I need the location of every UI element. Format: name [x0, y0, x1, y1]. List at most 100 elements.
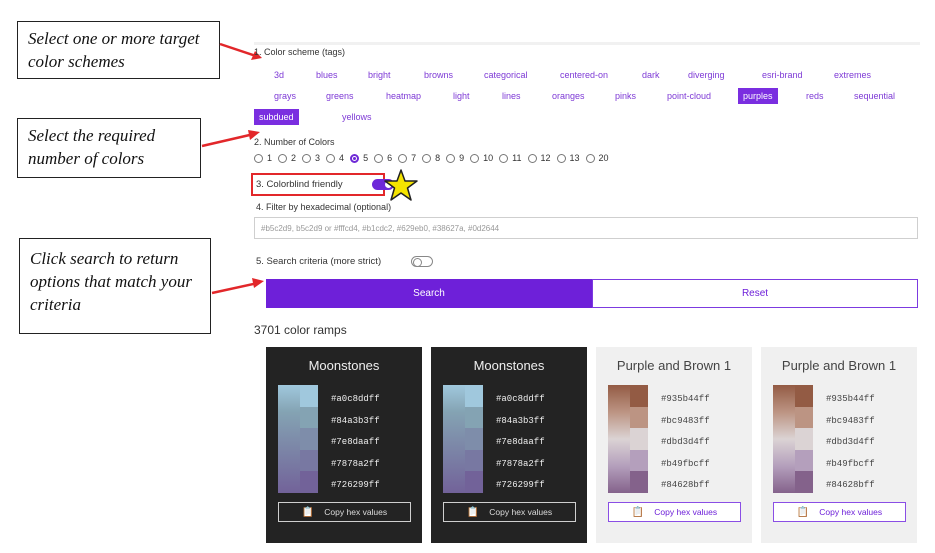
tag-greens[interactable]: greens: [326, 91, 354, 101]
hex-list: #935b44ff #bc9483ff #dbd3d4ff #b49fbcff …: [661, 389, 710, 497]
tag-esri-brand[interactable]: esri-brand: [762, 70, 803, 80]
callout-select-colors: Select the required number of colors: [17, 118, 201, 178]
tag-heatmap[interactable]: heatmap: [386, 91, 421, 101]
hex-value: #7878a2ff: [496, 458, 545, 469]
radio-5[interactable]: 5: [350, 153, 368, 163]
tag-reds[interactable]: reds: [806, 91, 824, 101]
radio-circle-icon: [398, 153, 408, 163]
radio-label: 5: [363, 153, 369, 163]
ramp-card[interactable]: Purple and Brown 1 #935b44ff #bc9483ff #…: [596, 347, 752, 543]
ramp-card[interactable]: Moonstones #a0c8ddff #84a3b3ff #7e8daaff…: [266, 347, 422, 543]
radio-circle-icon: [556, 153, 566, 163]
tag-centered-on[interactable]: centered-on: [560, 70, 608, 80]
tag-categorical[interactable]: categorical: [484, 70, 528, 80]
tag-pinks[interactable]: pinks: [615, 91, 636, 101]
hex-list: #a0c8ddff #84a3b3ff #7e8daaff #7878a2ff …: [496, 389, 545, 497]
tag-grays[interactable]: grays: [274, 91, 296, 101]
radio-label: 2: [291, 153, 297, 163]
color-ramp-swatch: [443, 385, 483, 493]
radio-4[interactable]: 4: [326, 153, 344, 163]
tag-extremes[interactable]: extremes: [834, 70, 871, 80]
hex-value: #84628bff: [826, 480, 875, 491]
ramp-card[interactable]: Purple and Brown 1 #935b44ff #bc9483ff #…: [761, 347, 917, 543]
radio-1[interactable]: 1: [254, 153, 272, 163]
ramp-card[interactable]: Moonstones #a0c8ddff #84a3b3ff #7e8daaff…: [431, 347, 587, 543]
radio-circle-icon: [302, 153, 312, 163]
radio-9[interactable]: 9: [446, 153, 464, 163]
radio-3[interactable]: 3: [302, 153, 320, 163]
color-ramp-swatch: [278, 385, 318, 493]
card-title: Moonstones: [308, 358, 380, 373]
radio-circle-icon: [446, 153, 456, 163]
hex-value: #935b44ff: [661, 394, 710, 404]
hex-filter-label: 4. Filter by hexadecimal (optional): [256, 202, 392, 212]
radio-13[interactable]: 13: [556, 153, 580, 163]
hex-value: #bc9483ff: [826, 415, 875, 426]
radio-label: 9: [459, 153, 465, 163]
radio-20[interactable]: 20: [585, 153, 609, 163]
radio-label: 8: [435, 153, 441, 163]
arrow-icon: [201, 130, 260, 148]
radio-label: 7: [411, 153, 417, 163]
card-title: Purple and Brown 1: [616, 358, 732, 373]
section-color-scheme-label: 1. Color scheme (tags): [254, 47, 346, 57]
hex-value: #b49fbcff: [661, 458, 710, 469]
radio-12[interactable]: 12: [527, 153, 551, 163]
result-count: 3701 color ramps: [254, 323, 347, 337]
search-criteria-label: 5. Search criteria (more strict): [256, 256, 382, 267]
callout-click-search: Click search to return options that matc…: [19, 238, 211, 334]
tag-bright[interactable]: bright: [368, 70, 391, 80]
hex-value: #bc9483ff: [661, 415, 710, 426]
tag-subdued[interactable]: subdued: [254, 109, 299, 125]
hex-value: #7878a2ff: [331, 458, 380, 469]
tag-point-cloud[interactable]: point-cloud: [667, 91, 711, 101]
radio-7[interactable]: 7: [398, 153, 416, 163]
tag-browns[interactable]: browns: [424, 70, 453, 80]
clipboard-icon: 📋: [631, 506, 645, 518]
card-title: Moonstones: [473, 358, 545, 373]
tag-yellows[interactable]: yellows: [342, 112, 372, 122]
tag-dark[interactable]: dark: [642, 70, 660, 80]
radio-label: 12: [540, 153, 551, 163]
hex-value: #84a3b3ff: [331, 415, 380, 426]
tag-3d[interactable]: 3d: [274, 70, 284, 80]
radio-2[interactable]: 2: [278, 153, 296, 163]
tag-blues[interactable]: blues: [316, 70, 338, 80]
hex-value: #7e8daaff: [331, 437, 380, 448]
search-criteria-toggle[interactable]: [411, 256, 433, 267]
radio-circle-icon: [527, 153, 537, 163]
hex-value: #b49fbcff: [826, 458, 875, 469]
number-of-colors-radio-group: 1 2 3 4 5 6 7 8 9 10 11 12 13 20: [254, 153, 615, 163]
hex-value: #726299ff: [331, 480, 380, 491]
copy-hex-button[interactable]: 📋 Copy hex values: [773, 502, 906, 522]
hex-value: #a0c8ddff: [496, 394, 545, 404]
tag-sequential[interactable]: sequential: [854, 91, 895, 101]
tag-oranges[interactable]: oranges: [552, 91, 585, 101]
copy-hex-button[interactable]: 📋 Copy hex values: [443, 502, 576, 522]
hex-value: #dbd3d4ff: [661, 437, 710, 448]
clipboard-icon: 📋: [301, 506, 315, 518]
radio-label: 4: [339, 153, 345, 163]
radio-checked-icon: [350, 153, 360, 163]
radio-circle-icon: [499, 153, 509, 163]
tag-diverging[interactable]: diverging: [688, 70, 725, 80]
copy-hex-button[interactable]: 📋 Copy hex values: [608, 502, 741, 522]
card-title: Purple and Brown 1: [781, 358, 897, 373]
tag-light[interactable]: light: [453, 91, 470, 101]
radio-6[interactable]: 6: [374, 153, 392, 163]
tag-purples[interactable]: purples: [738, 88, 778, 104]
radio-label: 11: [512, 153, 522, 163]
radio-11[interactable]: 11: [499, 153, 522, 163]
radio-circle-icon: [374, 153, 384, 163]
clipboard-icon: 📋: [796, 506, 810, 518]
copy-hex-label: Copy hex values: [654, 507, 718, 517]
copy-hex-button[interactable]: 📋 Copy hex values: [278, 502, 411, 522]
color-ramp-swatch: [608, 385, 648, 493]
search-button[interactable]: Search: [266, 279, 592, 308]
radio-10[interactable]: 10: [470, 153, 493, 163]
radio-8[interactable]: 8: [422, 153, 440, 163]
hex-value: #dbd3d4ff: [826, 437, 875, 448]
hex-filter-input[interactable]: #b5c2d9, b5c2d9 or #fffcd4, #b1cdc2, #62…: [254, 217, 918, 239]
tag-lines[interactable]: lines: [502, 91, 521, 101]
reset-button[interactable]: Reset: [592, 279, 918, 308]
